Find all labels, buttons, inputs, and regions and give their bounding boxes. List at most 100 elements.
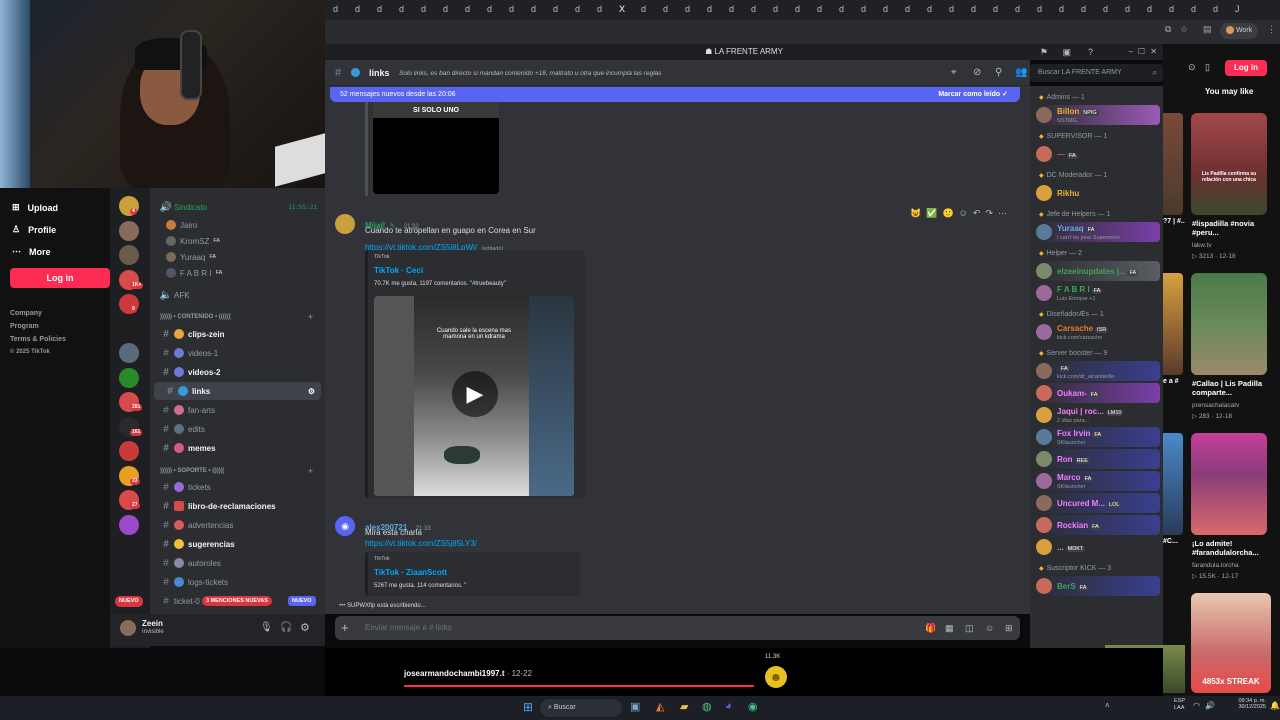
card-title[interactable]: #lispadilla #novia #peru... [1192, 219, 1272, 237]
browser-tab[interactable]: d [575, 4, 585, 16]
channel-clips-zein[interactable]: # clips-zein [150, 325, 325, 343]
browser-tab[interactable]: d [927, 4, 937, 16]
member-item[interactable]: Fox Irvin FA SKlauncher [1036, 427, 1160, 447]
member-item[interactable]: — FA [1036, 144, 1160, 164]
reaction-check-icon[interactable]: ✅ [926, 208, 937, 219]
server-icon[interactable] [119, 245, 139, 265]
chrome-icon[interactable]: ◍ [702, 700, 712, 713]
browser-tab[interactable]: d [707, 4, 717, 16]
browser-tab[interactable]: d [1103, 4, 1113, 16]
maximize-icon[interactable]: ☐ [1138, 44, 1145, 60]
browser-tab[interactable]: d [663, 4, 673, 16]
browser-tab[interactable]: d [531, 4, 541, 16]
windows-start-icon[interactable]: ⊞ [523, 700, 533, 714]
member-item[interactable]: Marco FA SKlauncher [1036, 471, 1160, 491]
minimize-icon[interactable]: – [1129, 44, 1133, 60]
message-composer[interactable]: + Enviar mensaje a # links 🎁 ▦ ◫ ☺ ⊞ [335, 616, 1020, 640]
card-author[interactable]: farandula.lorcha [1192, 562, 1272, 569]
member-item[interactable]: Uncured M... LOL [1036, 493, 1160, 513]
extensions-icon[interactable]: ⧉ [1165, 24, 1171, 35]
mark-read-button[interactable]: Marcar como leído ✓ [938, 87, 1008, 102]
browser-tab[interactable]: d [1081, 4, 1091, 16]
browser-tab[interactable]: d [1147, 4, 1157, 16]
browser-tab[interactable]: d [905, 4, 915, 16]
channel-memes[interactable]: # memes [150, 439, 325, 457]
member-item[interactable]: Jaqui | roc... LM10 2 días para... [1036, 405, 1160, 425]
footer-terms[interactable]: Terms & Policies [10, 336, 66, 343]
member-item[interactable]: Rikhu [1036, 183, 1160, 203]
voice-channel-afk[interactable]: 🔈 AFK [150, 286, 325, 304]
browser-tab[interactable]: d [883, 4, 893, 16]
attach-plus-icon[interactable]: + [341, 616, 349, 640]
browser-tab[interactable]: d [399, 4, 409, 16]
browser-tab[interactable]: d [949, 4, 959, 16]
volume-icon[interactable]: 🔊 [1205, 701, 1215, 710]
emoji-icon[interactable]: ☺ [985, 616, 994, 640]
avatar[interactable] [335, 214, 355, 234]
partial-card[interactable] [1163, 433, 1183, 535]
server-icon[interactable] [119, 441, 139, 461]
add-channel-icon[interactable]: + [308, 312, 313, 322]
notification-icon[interactable]: ⊙ [1188, 62, 1196, 73]
browser-tab[interactable]: d [421, 4, 431, 16]
partial-card-title[interactable]: e a # [1163, 378, 1185, 385]
reaction-emoji-icon[interactable]: 🙂 [942, 208, 953, 219]
browser-tab[interactable]: d [1191, 4, 1201, 16]
server-icon[interactable] [119, 367, 139, 388]
embed-title[interactable]: TikTok · ZiaanScott [374, 568, 447, 577]
gift-icon[interactable]: 🎁 [925, 616, 936, 640]
wifi-icon[interactable]: ◠ [1193, 701, 1200, 710]
close-icon[interactable]: ✕ [1150, 44, 1157, 60]
browser-tab[interactable]: d [773, 4, 783, 16]
sticker-icon[interactable]: ◫ [965, 616, 974, 640]
card-author[interactable]: lakw.tv [1192, 242, 1272, 249]
profile-chip[interactable]: Work [1220, 23, 1259, 39]
channel-videos-2[interactable]: # videos-2 [150, 363, 325, 381]
browser-tab[interactable]: d [729, 4, 739, 16]
inbox-icon[interactable]: ▣ [1062, 44, 1071, 60]
app-icon[interactable]: ◭ [656, 700, 664, 713]
video-embed[interactable]: SI SOLO UNO [373, 96, 499, 194]
tray-chevron-icon[interactable]: ˄ [1105, 701, 1110, 710]
browser-tab[interactable]: d [1037, 4, 1047, 16]
channel-fan-arts[interactable]: # fan-arts [150, 401, 325, 419]
message-list[interactable]: SI SOLO UNO Mijail ✎ 21:32 Cuando te atr… [325, 86, 1030, 614]
member-item[interactable]: Carsache ISR kick.com/carsache [1036, 322, 1160, 342]
member-item[interactable]: Ron REE [1036, 449, 1160, 469]
add-channel-icon[interactable]: + [308, 466, 313, 476]
member-item[interactable]: Rockian FA [1036, 515, 1160, 535]
more-options-icon[interactable]: ⋯ [998, 208, 1007, 219]
browser-menu-icon[interactable]: ⋮ [1267, 24, 1276, 35]
gif-icon[interactable]: ▦ [945, 616, 954, 640]
browser-tab[interactable]: d [993, 4, 1003, 16]
footer-company[interactable]: Company [10, 310, 42, 317]
pin-icon[interactable]: ⚲ [995, 67, 1002, 78]
video-card[interactable]: 4853x STREAK [1191, 593, 1271, 693]
browser-tab[interactable]: d [817, 4, 827, 16]
reply-icon[interactable]: ↶ [973, 208, 981, 219]
channel-libro-de-reclamaciones[interactable]: # libro-de-reclamaciones [150, 497, 325, 515]
gift-coin-icon[interactable]: ☻ [765, 666, 787, 688]
member-item[interactable]: BerS FA [1036, 576, 1160, 596]
microphone-icon[interactable]: 🎙 [260, 622, 273, 633]
card-title[interactable]: #Callao | Lis Padilla comparte... [1192, 379, 1272, 397]
mute-bell-icon[interactable]: ⊘ [973, 67, 981, 78]
headphones-icon[interactable]: 🎧 [280, 622, 292, 633]
browser-tab[interactable]: d [487, 4, 497, 16]
notifications-icon[interactable]: 🔔 [1270, 701, 1280, 710]
browser-tab[interactable]: d [443, 4, 453, 16]
browser-tab[interactable]: d [465, 4, 475, 16]
extension-icon[interactable]: ▤ [1203, 24, 1212, 35]
category-soporte[interactable]: )))))) • SOPORTE • (((((( [160, 468, 224, 474]
channel-autoroles[interactable]: # autoroles [150, 554, 325, 572]
browser-tab[interactable]: d [553, 4, 563, 16]
browser-tab[interactable]: d [1059, 4, 1069, 16]
partial-card-title[interactable]: ?7 | #... [1163, 218, 1185, 225]
video-card[interactable] [1191, 273, 1267, 375]
threads-icon[interactable]: ⌖ [951, 67, 957, 78]
discord-icon[interactable]: ◕ [725, 700, 732, 712]
browser-tab[interactable]: d [377, 4, 387, 16]
partial-card[interactable] [1163, 273, 1183, 375]
browser-tab[interactable]: d [1015, 4, 1025, 16]
browser-tab[interactable]: d [795, 4, 805, 16]
